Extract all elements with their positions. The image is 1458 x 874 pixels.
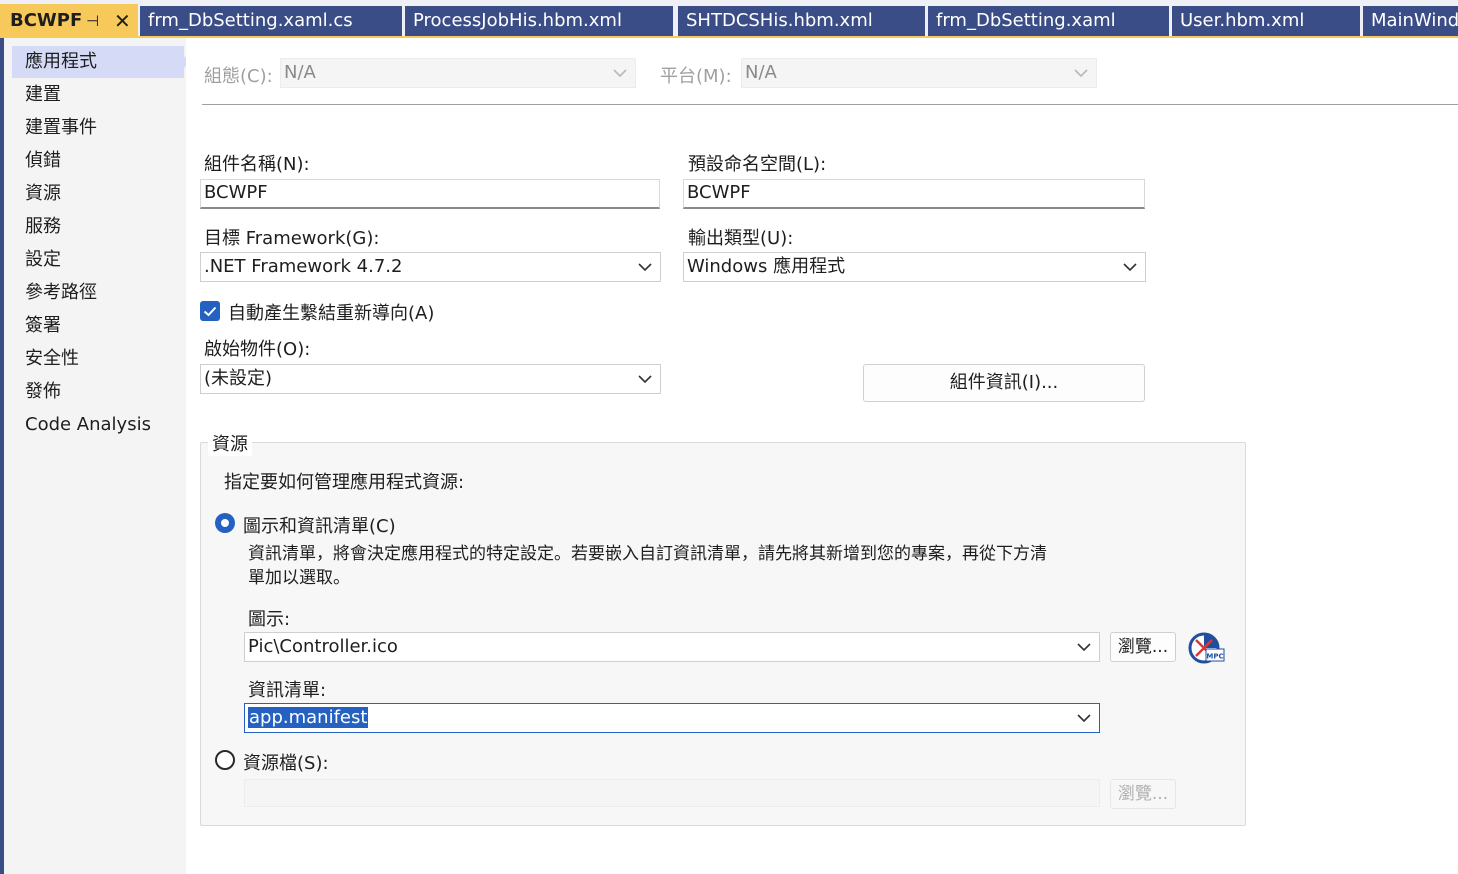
tab-frm-dbsetting-xaml-cs[interactable]: frm_DbSetting.xaml.cs xyxy=(140,6,402,36)
configuration-value: N/A xyxy=(284,62,316,83)
tab-label: ProcessJobHis.hbm.xml xyxy=(413,10,622,31)
tab-label: SHTDCSHis.hbm.xml xyxy=(686,10,873,31)
sidebar-item-code-analysis[interactable]: Code Analysis xyxy=(12,409,184,441)
tab-mainwindow[interactable]: MainWind xyxy=(1363,6,1458,36)
chevron-down-icon xyxy=(613,68,627,78)
tab-user-hbm-xml[interactable]: User.hbm.xml xyxy=(1172,6,1360,36)
auto-binding-redirect-checkbox[interactable] xyxy=(200,301,220,321)
platform-value: N/A xyxy=(745,62,777,83)
manifest-value: app.manifest xyxy=(248,707,369,728)
chevron-down-icon xyxy=(638,374,652,384)
checkmark-icon xyxy=(203,306,217,317)
sidebar-item-debug[interactable]: 偵錯 xyxy=(12,145,184,177)
chevron-down-icon xyxy=(1123,262,1137,272)
target-framework-value: .NET Framework 4.7.2 xyxy=(204,256,403,277)
configuration-select[interactable]: N/A xyxy=(280,58,636,88)
output-type-value: Windows 應用程式 xyxy=(687,256,846,277)
resource-file-browse-button[interactable]: 瀏覽... xyxy=(1110,779,1176,809)
startup-object-select[interactable]: (未設定) xyxy=(200,364,661,394)
output-type-select[interactable]: Windows 應用程式 xyxy=(683,252,1146,282)
startup-object-value: (未設定) xyxy=(204,368,273,389)
icon-browse-button[interactable]: 瀏覽... xyxy=(1110,632,1176,662)
tab-frm-dbsetting-xaml[interactable]: frm_DbSetting.xaml xyxy=(928,6,1169,36)
sidebar-item-reference-paths[interactable]: 參考路徑 xyxy=(12,277,184,309)
default-namespace-label: 預設命名空間(L): xyxy=(688,154,827,175)
resource-file-label[interactable]: 資源檔(S): xyxy=(243,749,329,775)
target-framework-select[interactable]: .NET Framework 4.7.2 xyxy=(200,252,661,282)
assembly-name-input[interactable]: BCWPF xyxy=(200,179,660,209)
target-framework-label: 目標 Framework(G): xyxy=(204,228,380,249)
document-tab-bar: BCWPF ⊣ ✕ frm_DbSetting.xaml.cs ProcessJ… xyxy=(0,0,1458,38)
svg-text:MPC: MPC xyxy=(1206,653,1223,661)
chevron-down-icon xyxy=(1074,68,1088,78)
tab-shtdcshis-hbm-xml[interactable]: SHTDCSHis.hbm.xml xyxy=(678,6,925,36)
tab-label: BCWPF xyxy=(10,10,83,31)
tab-label: User.hbm.xml xyxy=(1180,10,1305,31)
platform-select[interactable]: N/A xyxy=(741,58,1097,88)
sidebar-item-security[interactable]: 安全性 xyxy=(12,343,184,375)
manifest-description-line1: 資訊清單，將會決定應用程式的特定設定。若要嵌入自訂資訊清單，請先將其新增到您的專… xyxy=(248,544,1047,564)
manifest-description-line2: 單加以選取。 xyxy=(248,568,350,588)
sidebar-item-build[interactable]: 建置 xyxy=(12,79,184,111)
tab-label: frm_DbSetting.xaml.cs xyxy=(148,10,353,31)
tab-label: MainWind xyxy=(1371,10,1458,31)
sidebar-item-signing[interactable]: 簽署 xyxy=(12,310,184,342)
icon-value: Pic\Controller.ico xyxy=(248,636,398,657)
platform-label: 平台(M): xyxy=(660,66,732,87)
property-pages-sidebar: 應用程式 建置 建置事件 偵錯 資源 服務 設定 參考路徑 簽署 安全性 發佈 … xyxy=(4,38,190,874)
close-icon[interactable]: ✕ xyxy=(114,4,131,38)
assembly-information-button[interactable]: 組件資訊(I)... xyxy=(863,364,1145,402)
sidebar-item-resources[interactable]: 資源 xyxy=(12,178,184,210)
chevron-down-icon xyxy=(1077,713,1091,723)
sidebar-item-services[interactable]: 服務 xyxy=(12,211,184,243)
output-type-label: 輸出類型(U): xyxy=(688,228,794,249)
sidebar-item-settings[interactable]: 設定 xyxy=(12,244,184,276)
icon-and-manifest-label[interactable]: 圖示和資訊清單(C) xyxy=(243,512,396,538)
icon-select[interactable]: Pic\Controller.ico xyxy=(244,632,1100,662)
manifest-label: 資訊清單: xyxy=(248,680,327,701)
pin-icon[interactable]: ⊣ xyxy=(86,4,99,38)
resource-file-radio[interactable] xyxy=(215,750,235,770)
mpc-icon: MPC xyxy=(1188,631,1226,665)
auto-binding-redirect-label[interactable]: 自動產生繫結重新導向(A) xyxy=(228,299,434,325)
startup-object-label: 啟始物件(O): xyxy=(204,339,311,360)
sidebar-item-build-events[interactable]: 建置事件 xyxy=(12,112,184,144)
icon-label: 圖示: xyxy=(248,609,291,630)
manifest-select[interactable]: app.manifest xyxy=(244,703,1100,733)
resource-file-input[interactable] xyxy=(244,779,1100,807)
chevron-down-icon xyxy=(1077,642,1091,652)
application-properties-page: 組態(C): N/A 平台(M): N/A 組件名稱(N): BCWPF 預設命… xyxy=(186,38,1458,874)
tab-label: frm_DbSetting.xaml xyxy=(936,10,1116,31)
config-separator xyxy=(202,104,1458,105)
icon-and-manifest-radio[interactable] xyxy=(215,513,235,533)
manifest-description: 資訊清單，將會決定應用程式的特定設定。若要嵌入自訂資訊清單，請先將其新增到您的專… xyxy=(248,542,1108,590)
resources-group-title: 資源 xyxy=(208,430,252,456)
sidebar-item-publish[interactable]: 發佈 xyxy=(12,376,184,408)
assembly-name-label: 組件名稱(N): xyxy=(204,154,310,175)
sidebar-item-application[interactable]: 應用程式 xyxy=(12,46,190,78)
resources-instruction: 指定要如何管理應用程式資源: xyxy=(224,472,465,493)
tab-processjobhis-hbm-xml[interactable]: ProcessJobHis.hbm.xml xyxy=(405,6,673,36)
default-namespace-input[interactable]: BCWPF xyxy=(683,179,1145,209)
tab-bcwpf[interactable]: BCWPF ⊣ ✕ xyxy=(0,4,138,38)
configuration-label: 組態(C): xyxy=(204,66,273,87)
chevron-down-icon xyxy=(638,262,652,272)
